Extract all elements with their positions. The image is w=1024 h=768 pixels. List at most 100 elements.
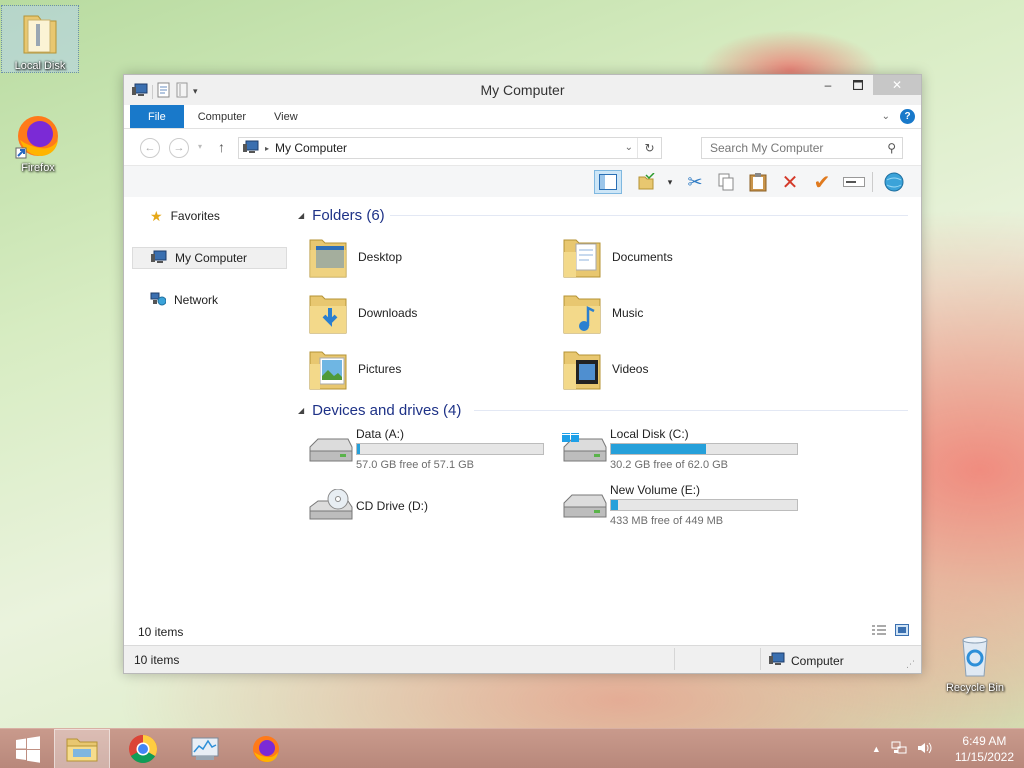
taskbar-chrome[interactable] <box>115 729 171 768</box>
back-button[interactable]: ← <box>140 138 160 158</box>
search-input[interactable]: Search My Computer ⚲ <box>701 137 903 159</box>
drive-name: Data (A:) <box>356 427 405 441</box>
drive-usage-bar <box>356 443 544 455</box>
folder-desktop[interactable]: Desktop <box>294 231 534 283</box>
firefox-icon <box>14 112 62 160</box>
recycle-bin-icon <box>951 632 999 680</box>
select-dropdown-icon[interactable]: ▾ <box>656 170 684 194</box>
computer-icon <box>769 652 785 669</box>
clock[interactable]: 6:49 AM 11/15/2022 <box>955 733 1014 765</box>
preview-pane-button[interactable] <box>594 170 622 194</box>
tab-view[interactable]: View <box>260 105 312 128</box>
delete-icon[interactable]: ✕ <box>776 170 804 194</box>
drive-a[interactable]: Data (A:) 57.0 GB free of 57.1 GB <box>294 425 544 475</box>
breadcrumb-my-computer[interactable]: My Computer <box>275 141 347 155</box>
taskbar-firefox[interactable] <box>238 729 294 768</box>
drive-usage-bar <box>610 499 798 511</box>
nav-item-label: Favorites <box>170 209 220 223</box>
minimize-button[interactable]: – <box>813 75 843 95</box>
chrome-icon <box>129 735 157 763</box>
clock-time: 6:49 AM <box>962 734 1007 748</box>
maximize-button[interactable] <box>843 75 873 95</box>
tab-computer[interactable]: Computer <box>184 105 260 128</box>
desktop-icon-firefox[interactable]: Firefox <box>0 108 76 174</box>
close-button[interactable]: ✕ <box>873 75 921 95</box>
view-switcher <box>871 624 909 639</box>
folder-label: Videos <box>612 362 649 376</box>
pictures-folder-icon <box>308 346 348 392</box>
up-button[interactable]: ↑ <box>218 139 225 155</box>
checkmark-icon[interactable]: ✔ <box>808 170 836 194</box>
rename-icon[interactable] <box>840 170 868 194</box>
folder-label: Desktop <box>358 250 403 264</box>
start-button[interactable] <box>0 729 56 768</box>
status-location-label: Computer <box>791 653 844 668</box>
cut-icon[interactable]: ✂ <box>681 170 709 194</box>
documents-folder-icon <box>562 234 602 280</box>
windows-logo-icon <box>16 736 40 763</box>
taskbar: ▲ 6:49 AM 11/15/2022 <box>0 728 1024 768</box>
drive-free-space: 30.2 GB free of 62.0 GB <box>610 459 729 471</box>
task-manager-icon <box>191 737 219 760</box>
folder-music[interactable]: Music <box>548 287 788 339</box>
recent-locations-icon[interactable]: ▾ <box>198 142 202 151</box>
tab-file[interactable]: File <box>130 105 184 128</box>
nav-item-favorites[interactable]: ★ Favorites <box>132 205 287 227</box>
breadcrumb-arrow-icon[interactable]: ▸ <box>265 144 269 153</box>
system-tray: ▲ 6:49 AM 11/15/2022 <box>872 729 1014 768</box>
group-divider <box>390 215 908 216</box>
folder-documents[interactable]: Documents <box>548 231 788 283</box>
details-view-icon[interactable] <box>871 624 887 639</box>
search-icon: ⚲ <box>887 141 896 155</box>
computer-icon <box>243 140 259 157</box>
group-title: Devices and drives (4) <box>312 401 462 419</box>
volume-icon[interactable] <box>917 741 933 758</box>
large-icons-view-icon[interactable] <box>895 624 909 639</box>
taskbar-file-explorer[interactable] <box>54 729 110 768</box>
folder-label: Pictures <box>358 362 402 376</box>
nav-item-my-computer[interactable]: My Computer <box>132 247 287 269</box>
navigation-pane: ★ Favorites My Computer Network <box>124 197 289 645</box>
star-icon: ★ <box>150 207 163 224</box>
address-field[interactable]: ▸ My Computer ⌄ ↻ <box>238 137 662 159</box>
collapse-triangle-icon[interactable]: ◢ <box>298 406 304 415</box>
drive-usage-fill <box>611 500 618 510</box>
nav-item-network[interactable]: Network <box>132 289 287 311</box>
explorer-window: ▾ My Computer – ✕ File Computer View ⌄ ?… <box>123 74 922 674</box>
paste-icon[interactable] <box>744 170 772 194</box>
folder-pictures[interactable]: Pictures <box>294 343 534 395</box>
refresh-button[interactable]: ↻ <box>637 138 661 158</box>
status-separator <box>760 648 761 670</box>
forward-button[interactable]: → <box>169 138 189 158</box>
network-status-icon[interactable] <box>891 741 907 758</box>
copy-icon[interactable] <box>712 170 740 194</box>
address-bar-row: ← → ▾ ↑ ▸ My Computer ⌄ ↻ Search My Comp… <box>124 129 921 165</box>
taskbar-task-manager[interactable] <box>177 729 233 768</box>
drive-e[interactable]: New Volume (E:) 433 MB free of 449 MB <box>548 481 798 531</box>
desktop-icon-label: Local Disk <box>14 60 66 72</box>
drive-c[interactable]: Local Disk (C:) 30.2 GB free of 62.0 GB <box>548 425 798 475</box>
expand-ribbon-icon[interactable]: ⌄ <box>882 111 890 122</box>
ribbon-tabs: File Computer View ⌄ ? <box>124 105 921 129</box>
title-bar[interactable]: ▾ My Computer – ✕ <box>124 75 921 105</box>
folders-group-header[interactable]: ◢ Folders (6) <box>298 205 908 225</box>
resize-grip-icon[interactable]: ⋰ <box>906 659 915 670</box>
drive-usage-fill <box>611 444 706 454</box>
show-hidden-icons-icon[interactable]: ▲ <box>872 744 881 754</box>
desktop-icon-local-disk[interactable]: Local Disk <box>1 5 79 73</box>
drives-group-header[interactable]: ◢ Devices and drives (4) <box>298 400 908 420</box>
item-count: 10 items <box>138 625 184 639</box>
desktop-icon-recycle-bin[interactable]: Recycle Bin <box>937 628 1013 694</box>
main-pane: ◢ Folders (6) Desktop Documents Download… <box>294 197 921 645</box>
search-placeholder: Search My Computer <box>710 141 824 155</box>
folder-downloads[interactable]: Downloads <box>294 287 534 339</box>
collapse-triangle-icon[interactable]: ◢ <box>298 211 304 220</box>
drive-d[interactable]: CD Drive (D:) <box>294 481 544 531</box>
clock-date: 11/15/2022 <box>954 750 1014 764</box>
window-controls: – ✕ <box>813 75 921 95</box>
address-dropdown-icon[interactable]: ⌄ <box>625 142 633 153</box>
network-globe-icon[interactable] <box>880 170 908 194</box>
content-area: ★ Favorites My Computer Network ◢ Folder… <box>124 197 921 645</box>
help-icon[interactable]: ? <box>900 109 915 124</box>
folder-videos[interactable]: Videos <box>548 343 788 395</box>
